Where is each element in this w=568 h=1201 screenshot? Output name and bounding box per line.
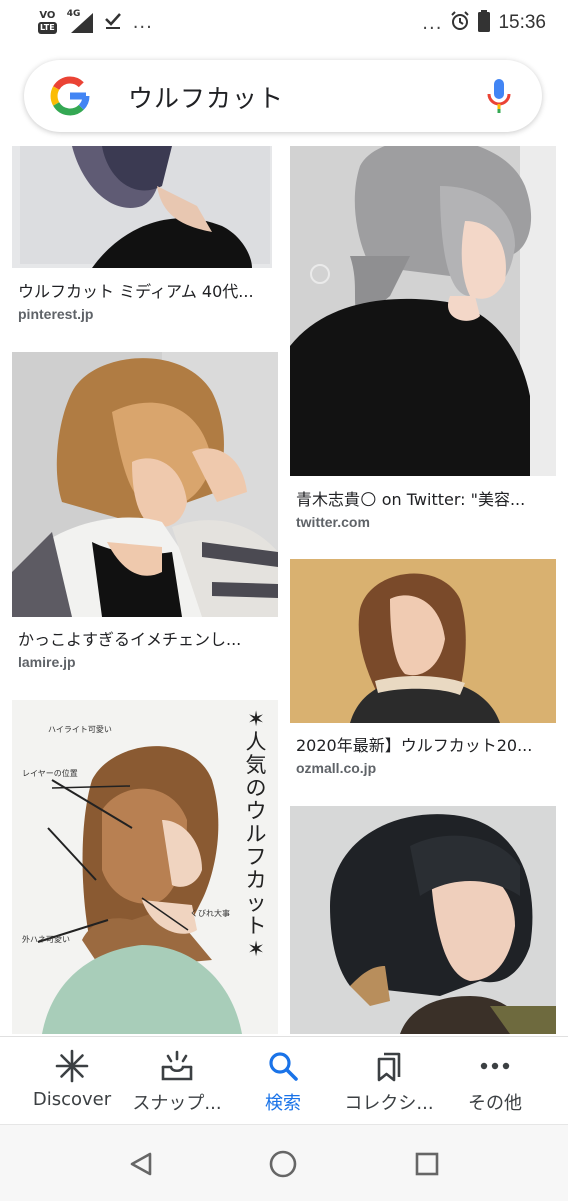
result-caption-4[interactable]: 2020年最新】ウルフカット20... bbox=[296, 732, 552, 756]
voice-search-mic-icon[interactable] bbox=[486, 78, 512, 114]
signal-4g-icon: 4G bbox=[67, 9, 93, 33]
nav-snapshot[interactable]: スナップ... bbox=[122, 1049, 232, 1115]
result-image-5[interactable]: ✶人気のウルフカット✶ ハイライト可愛い レイヤーの位置 くびれ大事 外ハネ可愛… bbox=[12, 700, 278, 1034]
result-image-3[interactable] bbox=[12, 352, 278, 617]
result-image-6[interactable] bbox=[290, 806, 556, 1034]
result-caption-3[interactable]: かっこよすぎるイメチェンし... bbox=[18, 626, 270, 650]
result-source-2: twitter.com bbox=[296, 514, 370, 530]
search-icon bbox=[228, 1049, 338, 1083]
check-notification-icon bbox=[103, 10, 123, 34]
more-horizontal-icon bbox=[440, 1049, 550, 1083]
volte-indicator: VO LTE bbox=[38, 9, 57, 34]
infographic-note-1: ハイライト可愛い bbox=[48, 725, 112, 734]
alarm-icon bbox=[450, 11, 470, 35]
search-query[interactable]: ウルフカット bbox=[128, 79, 284, 115]
bottom-navigation: Discover スナップ... 検索 コレクシ... その他 bbox=[0, 1036, 568, 1125]
infographic-vertical-title: ✶人気のウルフカット✶ bbox=[245, 707, 267, 961]
result-source-1: pinterest.jp bbox=[18, 306, 94, 322]
search-bar[interactable]: ウルフカット bbox=[24, 60, 542, 132]
clock: 15:36 bbox=[498, 12, 546, 33]
battery-icon bbox=[478, 10, 491, 36]
result-source-4: ozmall.co.jp bbox=[296, 760, 377, 776]
nav-label-snapshot: スナップ... bbox=[132, 1093, 222, 1114]
google-logo-icon bbox=[50, 76, 90, 116]
status-overflow-icon: ... bbox=[422, 12, 443, 34]
result-caption-1[interactable]: ウルフカット ミディアム 40代... bbox=[18, 278, 270, 302]
nav-label-collections: コレクシ... bbox=[344, 1093, 434, 1114]
status-bar: VO LTE 4G ... ... 15:36 bbox=[0, 0, 568, 44]
infographic-note-2: レイヤーの位置 bbox=[22, 769, 78, 778]
nav-search[interactable]: 検索 bbox=[228, 1049, 338, 1115]
home-circle-icon[interactable] bbox=[268, 1149, 298, 1179]
nav-discover[interactable]: Discover bbox=[17, 1049, 127, 1110]
infographic-note-4: 外ハネ可愛い bbox=[22, 935, 70, 944]
discover-asterisk-icon bbox=[17, 1049, 127, 1083]
result-caption-2[interactable]: 青木志貴🌕 on Twitter: "美容... bbox=[296, 486, 552, 510]
result-image-4[interactable] bbox=[290, 559, 556, 723]
snapshot-tray-icon bbox=[122, 1049, 232, 1083]
infographic-note-3: くびれ大事 bbox=[190, 909, 230, 918]
result-image-1[interactable] bbox=[12, 146, 272, 268]
nav-more[interactable]: その他 bbox=[440, 1049, 550, 1115]
result-source-3: lamire.jp bbox=[18, 654, 76, 670]
image-results-grid[interactable]: ウルフカット ミディアム 40代... pinterest.jp かっこよすぎる… bbox=[0, 146, 568, 1034]
system-navigation-bar bbox=[0, 1124, 568, 1201]
recents-square-icon[interactable] bbox=[412, 1149, 442, 1179]
bookmark-collections-icon bbox=[334, 1049, 444, 1083]
nav-label-more: その他 bbox=[468, 1093, 522, 1114]
nav-collections[interactable]: コレクシ... bbox=[334, 1049, 444, 1115]
result-image-2[interactable] bbox=[290, 146, 556, 476]
nav-label-search: 検索 bbox=[265, 1093, 301, 1114]
notification-overflow-icon: ... bbox=[132, 11, 153, 33]
back-triangle-icon[interactable] bbox=[126, 1149, 156, 1179]
nav-label-discover: Discover bbox=[32, 1089, 112, 1110]
